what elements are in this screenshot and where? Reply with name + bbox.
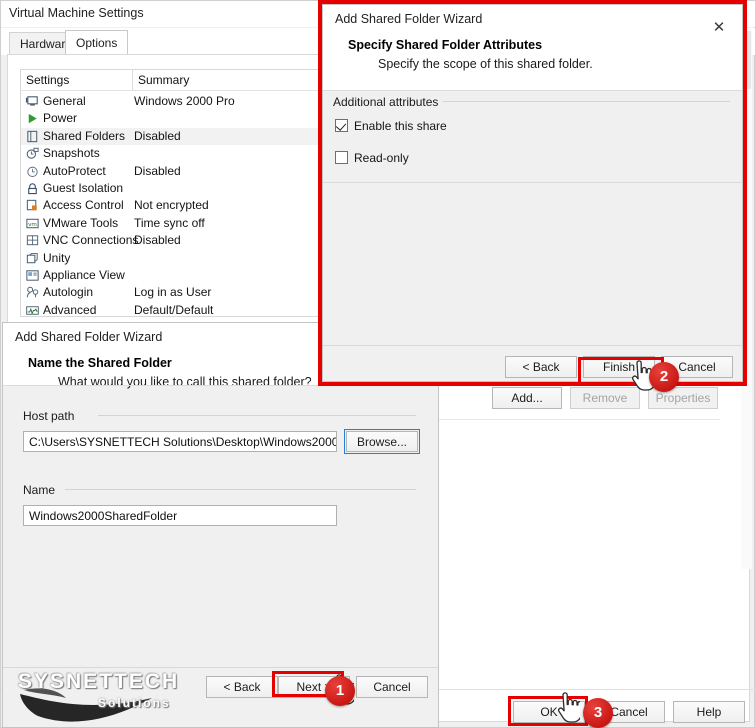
tab-options[interactable]: Options xyxy=(65,30,129,55)
enable-this-share-label: Enable this share xyxy=(354,119,447,133)
lock-icon xyxy=(25,181,40,196)
settings-row-name: Access Control xyxy=(43,198,124,213)
autologin-icon xyxy=(25,285,40,300)
wizard-header-divider xyxy=(3,385,438,386)
wizard-header-divider xyxy=(323,90,742,91)
settings-row-summary: Disabled xyxy=(134,233,181,248)
enable-this-share-checkbox[interactable] xyxy=(335,119,348,132)
name-group-rule xyxy=(65,489,416,490)
column-header-settings: Settings xyxy=(21,70,133,90)
vmware-tools-icon: vm xyxy=(25,216,40,231)
monitor-icon xyxy=(25,94,40,109)
settings-row-name: VMware Tools xyxy=(43,215,119,230)
wizard-footer-divider xyxy=(323,345,742,346)
settings-row-name: Autologin xyxy=(43,285,94,300)
step-badge-1: 1 xyxy=(325,676,355,706)
settings-row-name: General xyxy=(43,94,86,108)
vnc-icon xyxy=(25,233,40,248)
settings-row-summary: Time sync off xyxy=(134,215,205,230)
name-label: Name xyxy=(23,483,62,497)
name-input[interactable]: Windows2000SharedFolder xyxy=(23,505,337,526)
wizard-title: Add Shared Folder Wizard xyxy=(335,12,483,26)
host-path-label: Host path xyxy=(23,409,81,423)
settings-row-name: Unity xyxy=(43,250,71,265)
settings-row-name: Shared Folders xyxy=(43,128,126,143)
wizard-header: Add Shared Folder Wizard Specify Shared … xyxy=(323,5,742,90)
play-icon xyxy=(25,111,40,126)
advanced-icon xyxy=(25,303,40,316)
settings-row-summary: Disabled xyxy=(134,128,181,143)
settings-row-name: Appliance View xyxy=(43,268,125,282)
help-button[interactable]: Help xyxy=(673,701,745,723)
watermark: SYSNETTECH Solutions xyxy=(12,668,232,724)
add-shared-folder-wizard-attributes-step: Add Shared Folder Wizard Specify Shared … xyxy=(322,4,743,382)
settings-row-name: VNC Connections xyxy=(43,233,139,248)
settings-row-summary: Not encrypted xyxy=(134,198,209,213)
additional-attributes-rule xyxy=(443,101,730,102)
read-only-checkbox[interactable] xyxy=(335,151,348,164)
appliance-icon xyxy=(25,268,40,283)
additional-attributes-label: Additional attributes xyxy=(333,95,445,109)
watermark-tagline: Solutions xyxy=(98,696,171,710)
vm-settings-title: Virtual Machine Settings xyxy=(9,6,144,20)
watermark-name: SYSNETTECH xyxy=(18,670,180,693)
settings-row-summary: Windows 2000 Pro xyxy=(134,94,235,108)
settings-row-name: Advanced xyxy=(43,302,97,317)
settings-row-summary: Log in as User xyxy=(134,285,212,300)
add-button[interactable]: Add... xyxy=(492,387,562,409)
settings-row-summary: Disabled xyxy=(134,163,181,178)
svg-text:vm: vm xyxy=(28,222,37,228)
access-control-icon xyxy=(25,198,40,213)
step-badge-2: 2 xyxy=(649,362,679,392)
attributes-group-bottom-rule xyxy=(323,182,742,183)
settings-row-name: Snapshots xyxy=(43,146,100,161)
wizard-title: Add Shared Folder Wizard xyxy=(15,330,163,344)
settings-row-name: AutoProtect xyxy=(43,163,106,178)
folder-icon xyxy=(25,129,40,144)
wizard-subheading: What would you like to call this shared … xyxy=(58,375,312,389)
settings-row-name: Power xyxy=(43,111,78,126)
read-only-label: Read-only xyxy=(354,151,409,165)
step-badge-3: 3 xyxy=(583,698,613,728)
hand-cursor-icon xyxy=(558,692,580,723)
back-button[interactable]: < Back xyxy=(505,356,577,378)
wizard-heading: Name the Shared Folder xyxy=(28,356,172,370)
host-path-group-rule xyxy=(98,415,416,416)
browse-button[interactable]: Browse... xyxy=(344,429,420,454)
wizard-subheading: Specify the scope of this shared folder. xyxy=(378,57,593,71)
clock-camera-icon xyxy=(25,146,40,161)
clock-icon xyxy=(25,164,40,179)
settings-row-name: Guest Isolation xyxy=(43,181,124,195)
close-icon[interactable]: ✕ xyxy=(710,19,728,37)
cancel-button[interactable]: Cancel xyxy=(356,676,428,698)
unity-icon xyxy=(25,251,40,266)
wizard-heading: Specify Shared Folder Attributes xyxy=(348,38,543,52)
scrollbar-thumb[interactable] xyxy=(742,31,751,89)
settings-row-summary: Default/Default xyxy=(134,302,214,317)
host-path-input[interactable]: C:\Users\SYSNETTECH Solutions\Desktop\Wi… xyxy=(23,431,337,452)
